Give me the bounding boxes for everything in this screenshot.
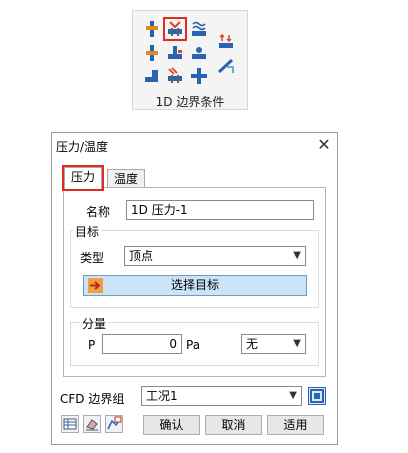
- select-target-label: 选择目标: [170, 278, 219, 292]
- chevron-down-icon: ▼: [289, 390, 297, 401]
- dialog-title: 压力/温度: [56, 140, 109, 154]
- select-target-button[interactable]: 选择目标: [83, 275, 307, 296]
- cfd-boundary-group-label: CFD 边界组: [60, 392, 125, 406]
- dialog-titlebar[interactable]: 压力/温度 ✕: [52, 133, 337, 159]
- eraser-button[interactable]: [83, 415, 101, 433]
- pipe-slope-icon[interactable]: [217, 57, 235, 75]
- pipe-temperature-icon[interactable]: [163, 17, 187, 41]
- pipe-inlet-icon[interactable]: [143, 44, 161, 62]
- p-value-field[interactable]: 0: [102, 334, 182, 354]
- p-unit-label: Pa: [186, 338, 201, 352]
- confirm-button[interactable]: 确认: [143, 415, 200, 435]
- type-select[interactable]: 顶点 ▼: [124, 246, 306, 266]
- pipe-pump-icon[interactable]: [190, 44, 208, 62]
- arrow-right-icon: [88, 278, 103, 293]
- target-group: [70, 230, 319, 308]
- type-select-value: 顶点: [129, 249, 154, 263]
- cfd-boundary-group-value: 工况1: [146, 389, 178, 403]
- direction-select-value: 无: [246, 337, 259, 351]
- target-group-label: 目标: [73, 223, 102, 240]
- tab-panel-pressure: 名称 1D 压力-1 目标 类型 顶点 ▼ 选择目标 分量 P 0 Pa 无 ▼: [63, 187, 326, 377]
- pipe-heater-icon[interactable]: [166, 67, 184, 85]
- tab-pressure[interactable]: 压力: [61, 165, 105, 191]
- type-label: 类型: [80, 251, 105, 265]
- apply-button[interactable]: 适用: [267, 415, 324, 435]
- pipe-heat-icon[interactable]: [190, 20, 208, 38]
- table-view-button[interactable]: [61, 415, 79, 433]
- cancel-button[interactable]: 取消: [205, 415, 262, 435]
- tab-temperature[interactable]: 温度: [107, 169, 146, 189]
- chevron-down-icon: ▼: [293, 338, 301, 349]
- pressure-temperature-dialog: 压力/温度 ✕ 压力 温度 名称 1D 压力-1 目标 类型 顶点 ▼ 选择目标…: [51, 132, 338, 445]
- ribbon-title: 1D 边界条件: [155, 95, 225, 109]
- pipe-pressure-icon[interactable]: [143, 20, 161, 38]
- cfd-icon-button[interactable]: [105, 415, 123, 433]
- name-field[interactable]: 1D 压力-1: [126, 200, 314, 220]
- close-icon[interactable]: ✕: [315, 136, 333, 154]
- ribbon-panel-1d-boundary: 1D 边界条件: [132, 10, 248, 110]
- component-group-label: 分量: [80, 315, 109, 332]
- pipe-cross-icon[interactable]: [190, 67, 208, 85]
- cfd-boundary-group-select[interactable]: 工况1 ▼: [141, 386, 302, 406]
- group-manager-button[interactable]: [308, 387, 326, 405]
- tank-icon[interactable]: [143, 67, 161, 85]
- flow-arrows-icon[interactable]: [217, 33, 235, 51]
- name-label: 名称: [86, 205, 111, 219]
- chevron-down-icon: ▼: [293, 250, 301, 261]
- p-label: P: [88, 338, 96, 352]
- pipe-outlet-icon[interactable]: [166, 44, 184, 62]
- direction-select[interactable]: 无 ▼: [241, 334, 306, 354]
